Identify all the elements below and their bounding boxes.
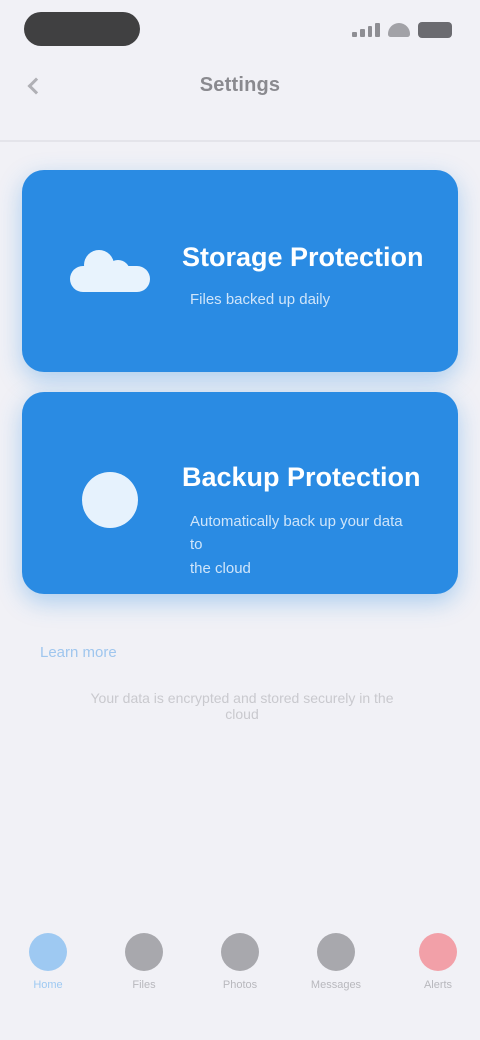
page-title: Settings [199,74,281,96]
tab-files[interactable]: Files [112,933,176,1003]
tab-alerts[interactable]: Alerts [406,933,470,1003]
circle-icon [82,472,138,528]
section-note: Your data is encrypted and stored secure… [90,690,394,722]
chevron-left-icon [27,77,45,95]
tab-bar: Home Files Photos Messages Alerts [0,915,480,1040]
card-title: Storage Protection [182,242,424,272]
learn-more-link[interactable]: Learn more [40,644,117,661]
tab-messages[interactable]: Messages [304,933,368,1003]
card-subtitle-line2: the cloud [190,559,251,577]
messages-icon [317,933,355,971]
card-title: Backup Protection [182,462,421,492]
card-subtitle: Files backed up daily [190,291,331,308]
back-button[interactable] [18,70,50,102]
tab-label: Messages [310,979,362,991]
card-icon-wrap [62,464,158,536]
battery-icon [418,22,452,38]
cloud-icon [68,250,152,294]
alerts-icon [419,933,457,971]
status-icons [352,20,452,40]
storage-protection-card[interactable]: Storage Protection Files backed up daily [22,170,458,372]
photos-icon [221,933,259,971]
signal-icon [352,23,380,37]
tab-label: Home [33,979,63,991]
tab-home[interactable]: Home [16,933,80,1003]
app-screen: Settings Storage Protection Files backed… [0,0,480,1040]
navigation-bar: Settings [0,64,480,108]
card-subtitle-line1: Automatically back up your data to [190,513,403,554]
tab-label: Photos [222,979,258,991]
dynamic-island [24,12,140,46]
tab-label: Files [132,979,156,991]
files-icon [125,933,163,971]
home-icon [29,933,67,971]
backup-protection-card[interactable]: Backup Protection Automatically back up … [22,392,458,594]
tab-photos[interactable]: Photos [208,933,272,1003]
card-icon-wrap [62,236,158,308]
tab-label: Alerts [423,979,453,991]
card-subtitle: Automatically back up your data to the c… [190,510,418,580]
nav-divider [0,140,480,142]
wifi-icon [388,23,410,37]
status-bar [0,0,480,60]
